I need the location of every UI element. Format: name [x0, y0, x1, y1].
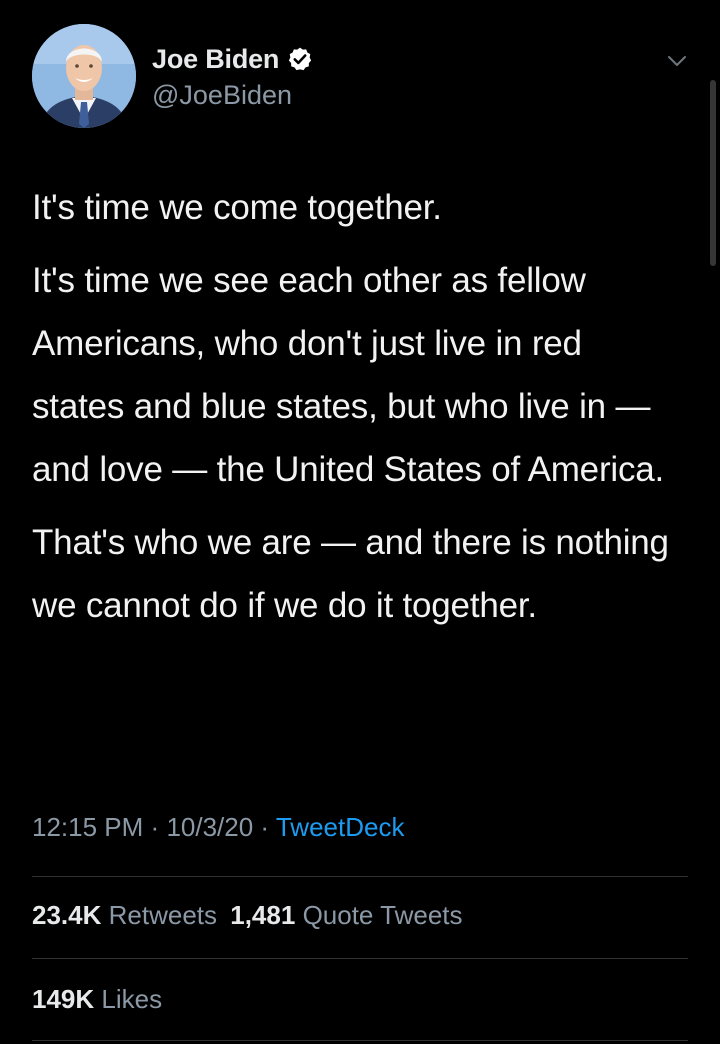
retweets-label: Retweets — [108, 900, 218, 930]
display-name[interactable]: Joe Biden — [152, 44, 279, 75]
tweet-source-link[interactable]: TweetDeck — [276, 812, 405, 842]
divider — [32, 876, 688, 877]
tweet-paragraph: It's time we see each other as fellow Am… — [32, 261, 665, 489]
verified-badge-icon — [287, 46, 313, 72]
quotes-stat[interactable]: 1,481 Quote Tweets — [230, 900, 462, 930]
likes-row: 149K Likes — [32, 984, 162, 1015]
scrollbar[interactable] — [710, 80, 716, 266]
engagement-row: 23.4K Retweets 1,481 Quote Tweets — [32, 900, 463, 931]
meta-separator: · — [150, 812, 160, 842]
divider — [32, 958, 688, 959]
display-name-row: Joe Biden — [152, 42, 313, 76]
handle[interactable]: @JoeBiden — [152, 80, 313, 111]
chevron-down-icon[interactable] — [666, 50, 688, 72]
meta-separator: · — [260, 812, 270, 842]
tweet-date[interactable]: 10/3/20 — [166, 812, 253, 842]
likes-count: 149K — [32, 984, 95, 1014]
tweet-detail: Joe Biden @JoeBiden It's time we come to… — [0, 0, 720, 1044]
tweet-time[interactable]: 12:15 PM — [32, 812, 143, 842]
quotes-count: 1,481 — [230, 900, 296, 930]
divider — [32, 1040, 688, 1041]
profile-photo — [32, 24, 136, 128]
retweets-count: 23.4K — [32, 900, 102, 930]
tweet-meta: 12:15 PM · 10/3/20 · TweetDeck — [32, 812, 404, 843]
likes-stat[interactable]: 149K Likes — [32, 984, 162, 1014]
retweets-stat[interactable]: 23.4K Retweets — [32, 900, 224, 930]
tweet-paragraph: It's time we come together. — [32, 188, 442, 227]
author-names: Joe Biden @JoeBiden — [152, 42, 313, 111]
tweet-text: It's time we come together. It's time we… — [32, 176, 672, 637]
likes-label: Likes — [101, 984, 163, 1014]
tweet-header: Joe Biden @JoeBiden — [32, 24, 692, 130]
quotes-label: Quote Tweets — [302, 900, 463, 930]
tweet-paragraph: That's who we are — and there is nothing… — [32, 523, 669, 625]
avatar[interactable] — [32, 24, 136, 128]
